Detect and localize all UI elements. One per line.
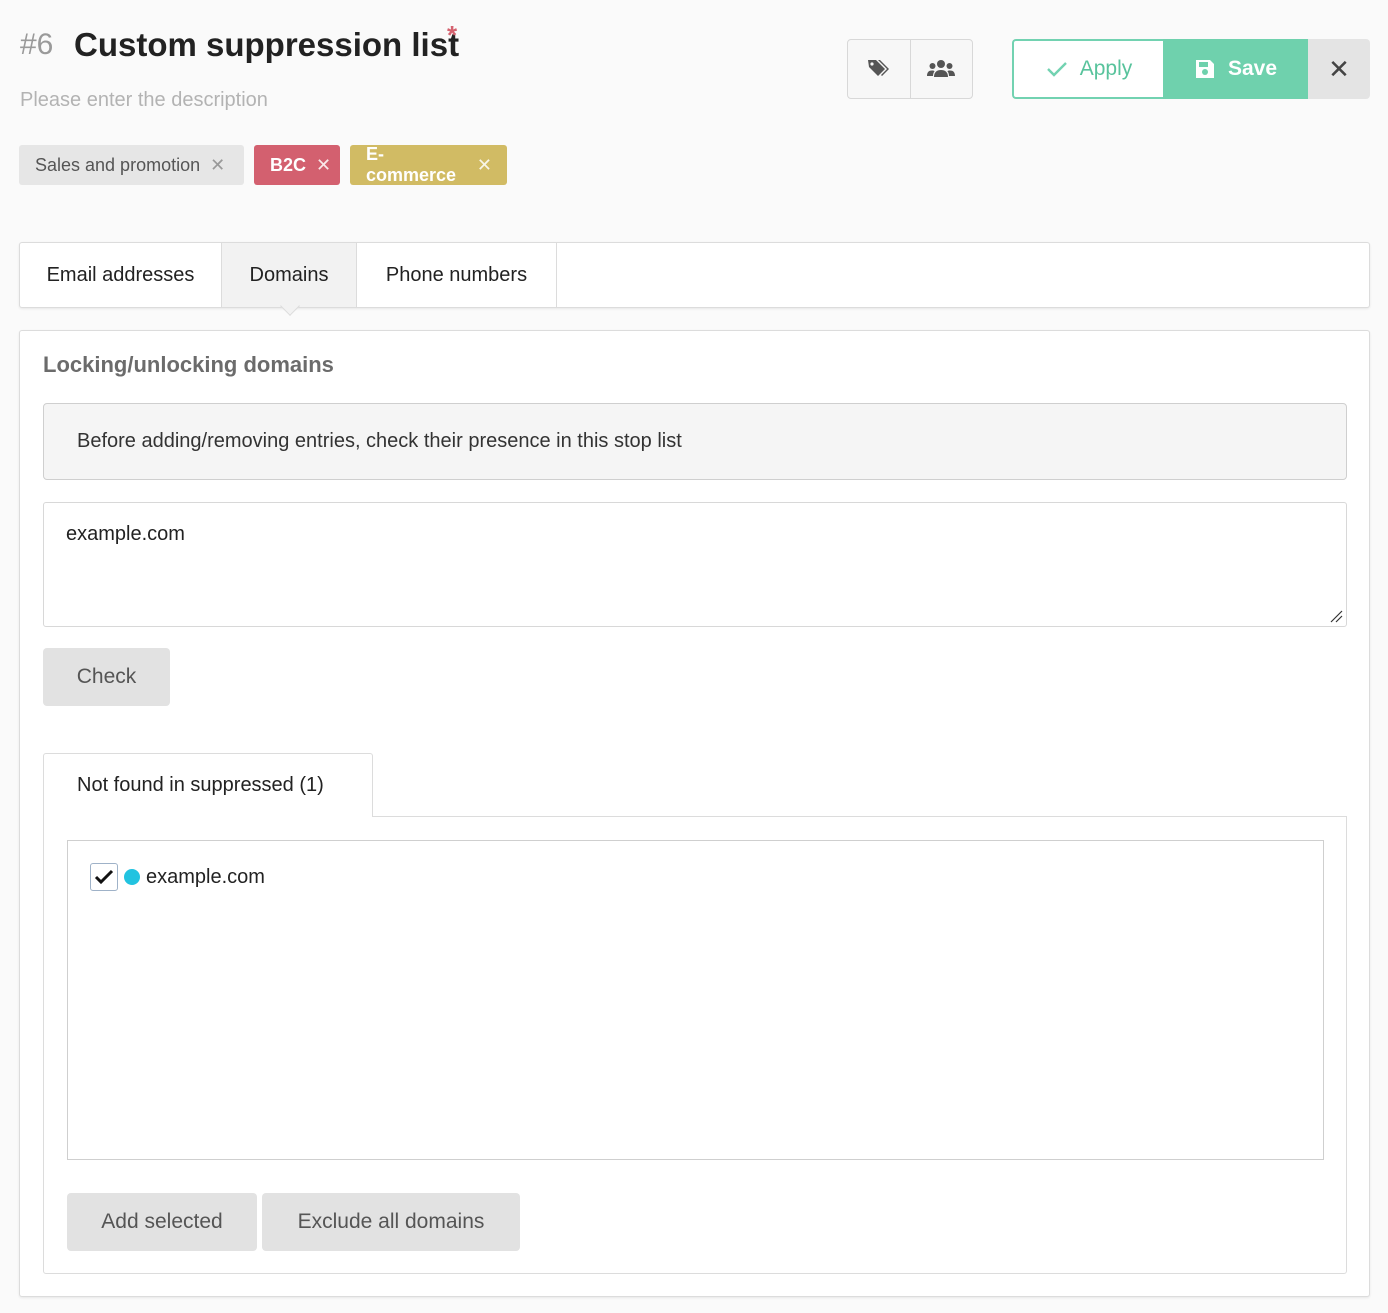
- info-text: Before adding/removing entries, check th…: [77, 430, 682, 452]
- results-panel: example.com Add selected Exclude all dom…: [43, 816, 1347, 1274]
- header-icon-group: [847, 39, 973, 99]
- list-number: #6: [20, 28, 54, 61]
- section-title: Locking/unlocking domains: [43, 352, 334, 377]
- apply-label: Apply: [1079, 57, 1133, 80]
- tags-icon: [867, 60, 889, 76]
- exclude-all-label: Exclude all domains: [297, 1210, 485, 1233]
- remove-tag-icon[interactable]: ✕: [210, 155, 225, 176]
- domains-panel: Locking/unlocking domains Before adding/…: [19, 330, 1370, 1297]
- info-banner: Before adding/removing entries, check th…: [43, 403, 1347, 480]
- description-field[interactable]: Please enter the description: [20, 89, 268, 112]
- check-icon: [1046, 62, 1067, 77]
- check-label: Check: [76, 665, 137, 688]
- tag-e-commerce: E-commerce ✕: [350, 144, 507, 185]
- list-item[interactable]: example.com: [90, 863, 265, 891]
- close-icon: ✕: [1328, 53, 1350, 84]
- save-button[interactable]: Save: [1163, 39, 1308, 99]
- resize-grip-icon[interactable]: [1329, 609, 1343, 623]
- remove-tag-icon[interactable]: ✕: [477, 155, 492, 176]
- tag-label: Sales and promotion: [35, 154, 201, 175]
- tag-label: B2C: [270, 154, 307, 175]
- floppy-disk-icon: [1195, 60, 1214, 78]
- tabs-bar: Email addresses Domains Phone numbers: [19, 242, 1370, 316]
- tags-button[interactable]: [848, 40, 910, 98]
- tag-sales-and-promotion: Sales and promotion ✕: [19, 145, 244, 185]
- tab-not-found-in-suppressed[interactable]: Not found in suppressed (1): [43, 753, 373, 817]
- domains-input[interactable]: example.com: [43, 502, 1347, 627]
- result-tab-label: Not found in suppressed (1): [77, 774, 324, 796]
- status-dot: [124, 869, 140, 885]
- tab-email-addresses[interactable]: Email addresses: [20, 243, 222, 307]
- required-mark: *: [447, 20, 458, 50]
- tab-phone-numbers[interactable]: Phone numbers: [357, 243, 557, 307]
- add-selected-button[interactable]: Add selected: [67, 1193, 257, 1251]
- page-title[interactable]: Custom suppression list: [74, 26, 459, 64]
- save-label: Save: [1227, 57, 1278, 80]
- result-checkbox[interactable]: [90, 863, 118, 891]
- close-button[interactable]: ✕: [1308, 39, 1370, 99]
- checkmark-icon: [94, 869, 114, 885]
- add-selected-label: Add selected: [101, 1210, 223, 1233]
- remove-tag-icon[interactable]: ✕: [316, 155, 331, 176]
- result-value: example.com: [146, 865, 265, 888]
- domains-input-value: example.com: [66, 523, 185, 545]
- tag-label: E-commerce: [366, 144, 457, 185]
- users-icon: [927, 60, 956, 77]
- results-list[interactable]: example.com: [67, 840, 1324, 1160]
- users-button[interactable]: [909, 40, 972, 98]
- tag-b2c: B2C ✕: [254, 145, 340, 185]
- check-button[interactable]: Check: [43, 648, 170, 706]
- exclude-all-domains-button[interactable]: Exclude all domains: [262, 1193, 520, 1251]
- apply-button[interactable]: Apply: [1012, 39, 1164, 99]
